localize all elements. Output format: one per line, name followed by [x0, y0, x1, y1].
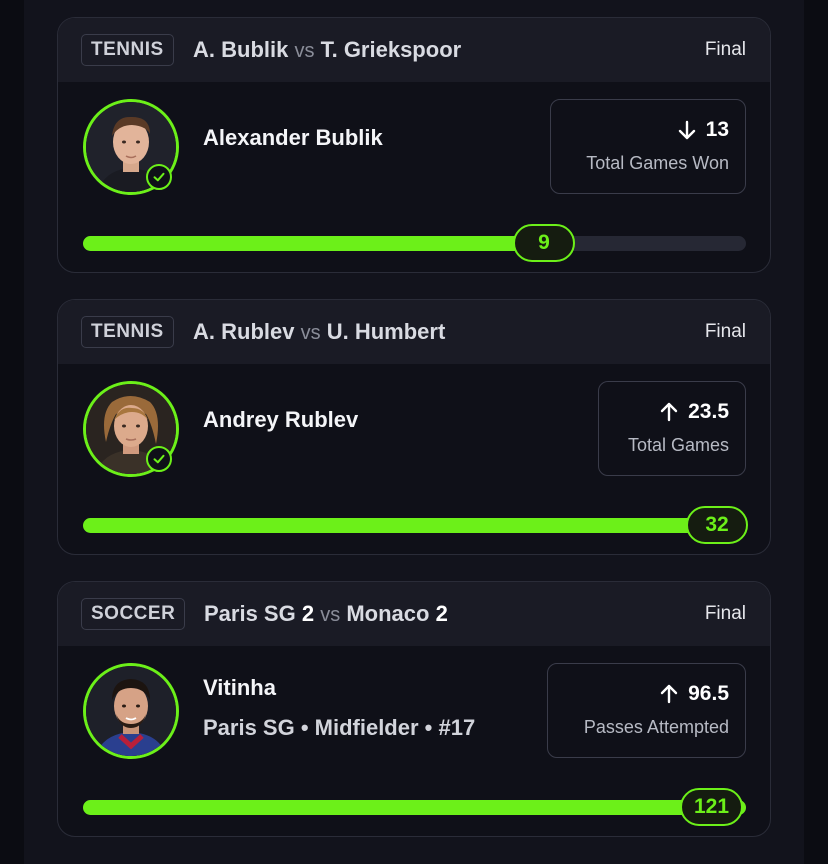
matchup: A. Rublev vs U. Humbert	[193, 318, 445, 347]
sport-tag: TENNIS	[81, 316, 174, 348]
team-b: Monaco	[346, 601, 430, 626]
stat-label: Total Games	[627, 435, 729, 455]
matchup: Paris SG 2 vs Monaco 2	[204, 600, 448, 629]
progress-track: 9	[83, 224, 746, 262]
stat-label: Total Games Won	[586, 153, 729, 173]
card-header: TENNIS A. Bublik vs T. Griekspoor Final	[58, 18, 770, 82]
pick-card[interactable]: TENNIS A. Rublev vs U. Humbert Final And…	[57, 299, 771, 555]
stat-line-box[interactable]: 96.5 Passes Attempted	[547, 663, 746, 758]
team-a: A. Rublev	[193, 319, 295, 344]
player-name: Alexander Bublik	[203, 125, 383, 150]
vs-label: vs	[294, 40, 315, 62]
stat-line-value: 13	[705, 118, 729, 141]
player-name: Vitinha	[203, 675, 276, 700]
team-a: A. Bublik	[193, 37, 289, 62]
card-header: SOCCER Paris SG 2 vs Monaco 2 Final	[58, 582, 770, 646]
pick-card[interactable]: TENNIS A. Bublik vs T. Griekspoor Final …	[57, 17, 771, 273]
result-pill: 9	[513, 224, 575, 262]
player-name: Andrey Rublev	[203, 407, 359, 432]
arrow-up-icon	[660, 684, 678, 704]
progress-fill	[83, 800, 746, 815]
progress-fill	[83, 236, 538, 251]
result-pill: 32	[686, 506, 748, 544]
progress-track: 32	[83, 506, 748, 544]
checkmark-icon	[146, 164, 172, 190]
game-status: Final	[704, 39, 746, 60]
team-a-score: 2	[301, 601, 315, 626]
stat-line: 13	[676, 118, 729, 142]
checkmark-icon	[146, 446, 172, 472]
stat-line-value: 23.5	[688, 400, 729, 423]
player-avatar	[83, 663, 179, 759]
arrow-up-icon	[660, 402, 678, 422]
result-pill: 121	[680, 788, 744, 826]
team-b: U. Humbert	[326, 319, 446, 344]
team-b: T. Griekspoor	[320, 37, 462, 62]
pick-card[interactable]: SOCCER Paris SG 2 vs Monaco 2 Final Viti…	[57, 581, 771, 837]
arrow-down-icon	[678, 120, 695, 140]
stat-line: 23.5	[658, 400, 729, 424]
vs-label: vs	[320, 604, 341, 626]
stat-line-value: 96.5	[688, 682, 729, 705]
vs-label: vs	[300, 322, 321, 344]
sport-tag: TENNIS	[81, 34, 174, 66]
progress-fill	[83, 518, 746, 533]
stat-line: 96.5	[658, 682, 729, 706]
stat-line-box[interactable]: 23.5 Total Games	[598, 381, 746, 476]
stat-label: Passes Attempted	[583, 717, 729, 737]
matchup: A. Bublik vs T. Griekspoor	[193, 36, 461, 65]
game-status: Final	[704, 321, 746, 342]
team-b-score: 2	[435, 601, 448, 626]
card-header: TENNIS A. Rublev vs U. Humbert Final	[58, 300, 770, 364]
stat-line-box[interactable]: 13 Total Games Won	[550, 99, 746, 194]
team-a: Paris SG	[204, 601, 296, 626]
game-status: Final	[704, 603, 746, 624]
progress-track: 121	[83, 788, 746, 826]
player-details: Paris SG • Midfielder • #17	[203, 715, 476, 740]
sport-tag: SOCCER	[81, 598, 186, 630]
